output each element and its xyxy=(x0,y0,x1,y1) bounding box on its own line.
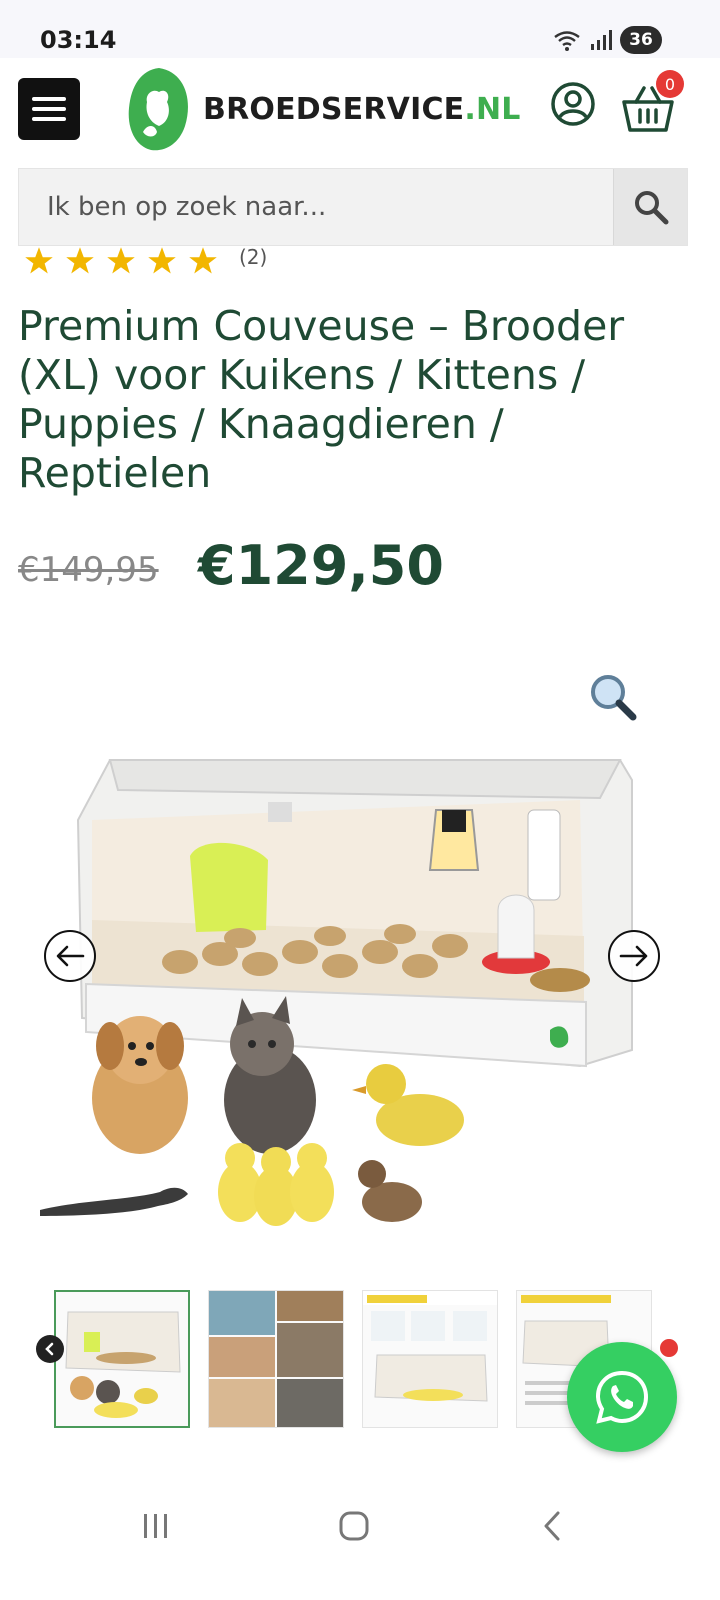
whatsapp-icon xyxy=(595,1370,649,1424)
sale-price: €129,50 xyxy=(198,534,444,597)
recents-icon xyxy=(144,1514,167,1538)
logo-text-main: BROEDSERVICE xyxy=(203,91,465,127)
review-count[interactable]: (2) xyxy=(239,246,267,269)
home-icon xyxy=(339,1511,369,1541)
star-icon xyxy=(66,247,94,274)
site-header: BROEDSERVICE.NL 0 xyxy=(0,58,720,168)
thumbnail-prev-button[interactable] xyxy=(36,1335,64,1363)
search-button[interactable] xyxy=(613,169,687,245)
home-button[interactable] xyxy=(324,1504,384,1548)
zoom-button[interactable] xyxy=(588,672,638,722)
logo-text-tld: .NL xyxy=(464,91,521,127)
account-button[interactable] xyxy=(549,80,597,128)
whatsapp-chat-button[interactable] xyxy=(567,1342,677,1452)
chevron-left-icon xyxy=(45,1342,54,1356)
star-icon xyxy=(189,247,217,274)
logo-text: BROEDSERVICE.NL xyxy=(203,92,521,127)
thumb-brooder-collage[interactable] xyxy=(208,1290,344,1428)
gallery-prev-button[interactable] xyxy=(44,930,96,982)
notification-dot xyxy=(658,1337,680,1359)
thumb-brooder-animals[interactable] xyxy=(54,1290,190,1428)
user-account-icon xyxy=(551,82,595,126)
product-title: Premium Couveuse – Brooder (XL) voor Kui… xyxy=(18,302,625,497)
arrow-right-icon xyxy=(619,945,648,967)
battery-icon: 36 xyxy=(620,26,662,54)
back-button[interactable] xyxy=(522,1504,582,1548)
arrow-left-icon xyxy=(56,945,85,967)
system-nav-bar xyxy=(0,1480,720,1600)
cart-count-badge: 0 xyxy=(656,70,684,98)
product-rating[interactable]: (2) xyxy=(22,246,267,276)
status-bar: 03:14 36 xyxy=(0,0,720,58)
signal-icon xyxy=(591,30,612,50)
original-price: €149,95 xyxy=(18,550,159,590)
magnifier-zoom-icon xyxy=(591,675,637,721)
back-icon xyxy=(544,1511,560,1541)
star-icon xyxy=(148,247,176,274)
wifi-icon xyxy=(554,31,580,51)
site-logo[interactable]: BROEDSERVICE.NL xyxy=(125,66,521,152)
star-icon xyxy=(25,247,53,274)
gallery-next-button[interactable] xyxy=(608,930,660,982)
search-icon xyxy=(634,191,668,225)
hamburger-menu-icon xyxy=(32,97,66,121)
search-input[interactable] xyxy=(19,169,613,245)
recents-button[interactable] xyxy=(126,1504,186,1548)
logo-mark-icon xyxy=(128,68,188,151)
thumb-infographic-1[interactable] xyxy=(362,1290,498,1428)
status-time: 03:14 xyxy=(40,26,117,54)
brooder-with-animals-image[interactable] xyxy=(40,740,640,1260)
status-icons: 36 xyxy=(552,26,662,54)
star-icon xyxy=(107,247,135,274)
menu-button[interactable] xyxy=(18,78,80,140)
search-bar xyxy=(18,168,688,246)
